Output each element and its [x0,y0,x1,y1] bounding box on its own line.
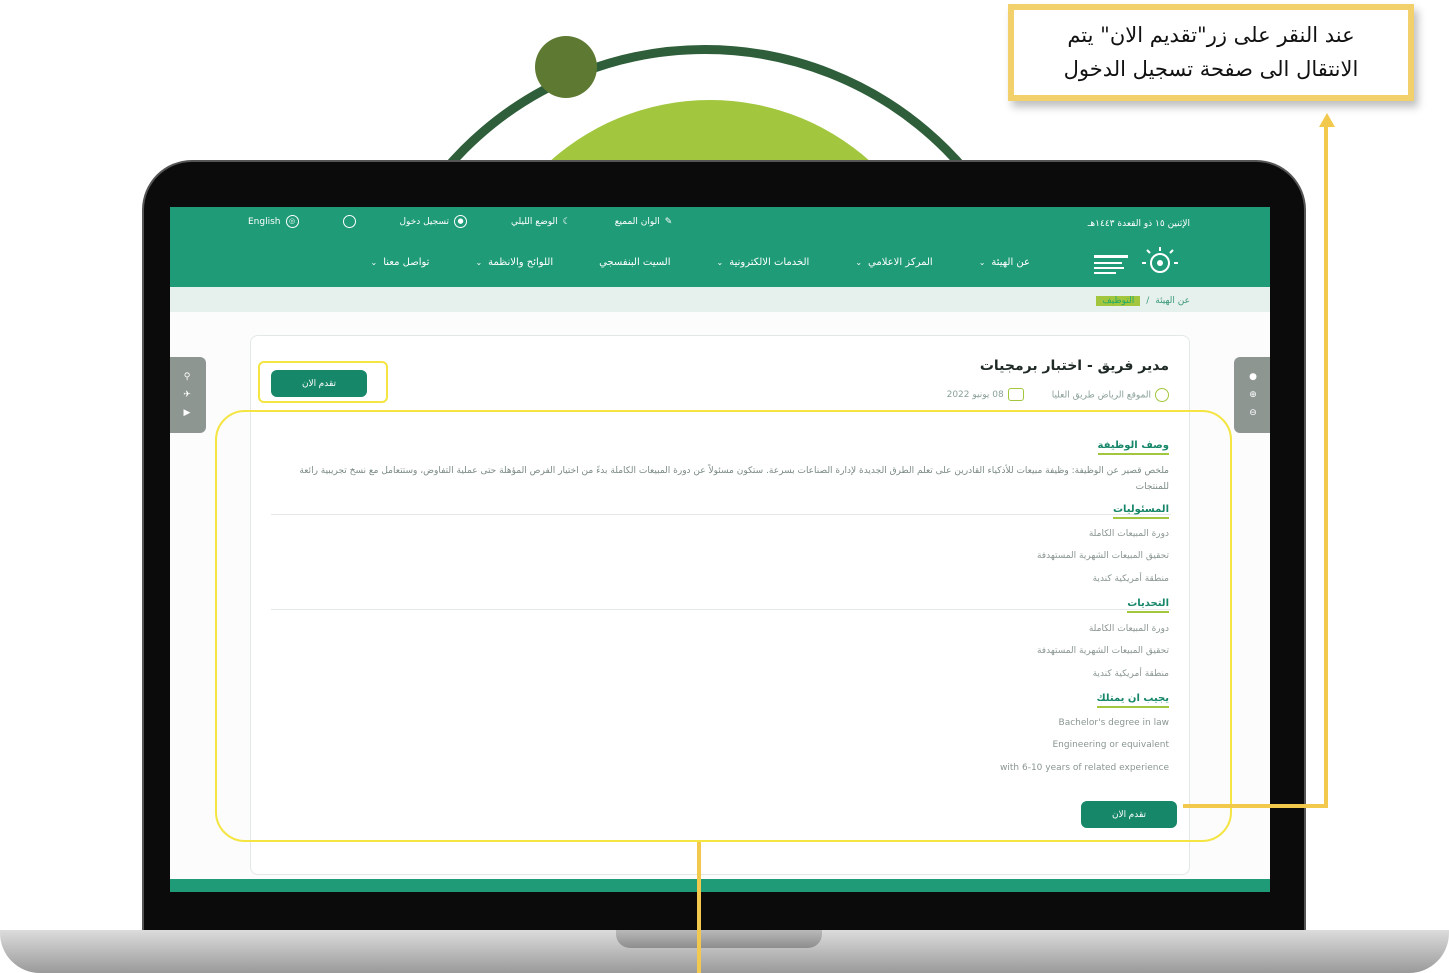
annotation-note: عند النقر على زر"تقديم الان" يتم الانتقا… [1008,4,1414,101]
annotation-line-2: الانتقال الى صفحة تسجيل الدخول [1063,57,1359,81]
main-nav: عن الهيئة ⌄ المركز الاعلامي ⌄ الخدمات الال… [170,251,1270,281]
arrow-up-icon [1319,113,1335,127]
globe-icon: ◎ [285,215,299,228]
breadcrumb-root[interactable]: عن الهيئة [1155,296,1190,306]
job-date: 08 يونيو 2022 [947,388,1024,402]
nav-item-regulations[interactable]: اللوائح والانظمة ⌄ [475,257,553,268]
user-icon: ● [454,215,467,228]
breadcrumb-current: التوظيف [1096,296,1141,306]
location-icon [1155,388,1169,402]
zoom-in-icon[interactable]: ⊕ [1249,390,1257,400]
colors-toggle[interactable]: ✎ الوان المميع [615,217,673,227]
nav-item-contact[interactable]: تواصل معنا ⌄ [371,257,430,268]
site-header: الإثنين ١٥ ذو القعدة ١٤٤٣هـ ✎ الوان المم… [170,207,1270,294]
decorative-knob [535,36,597,98]
highlight-job-details [215,410,1232,842]
moon-icon: ☾ [562,216,571,227]
login-label: تسجيل دخول [399,216,450,227]
top-tools: ✎ الوان المميع ☾ الوضع الليلي ● تسجيل دخ… [248,215,672,228]
youtube-icon[interactable]: ▶ [184,408,191,418]
breadcrumb: عن الهيئة / التوظيف [170,287,1270,312]
chevron-down-icon: ⌄ [475,258,483,267]
connector-line [697,842,701,973]
language-label: English [248,216,281,227]
language-switch[interactable]: ◎ English [248,215,299,228]
accessibility-sidebar: ● ⊕ ⊖ [1234,357,1270,433]
connector-line [1324,125,1328,808]
job-location: الموقع الرياض طريق العليا [1052,388,1169,402]
search-icon [342,215,356,228]
top-bar: الإثنين ١٥ ذو القعدة ١٤٤٣هـ ✎ الوان المم… [170,207,1270,241]
highlight-apply-top [258,361,388,403]
colors-label: الوان المميع [614,216,660,227]
night-mode-label: الوضع الليلي [511,216,558,227]
chevron-down-icon: ⌄ [978,258,986,267]
laptop-notch [616,930,822,948]
job-title: مدير فريق - اختبار برمجيات [979,358,1169,374]
chevron-down-icon: ⌄ [855,258,863,267]
hijri-date: الإثنين ١٥ ذو القعدة ١٤٤٣هـ [1087,219,1190,229]
footer-strip [170,879,1270,892]
calendar-icon [1007,388,1024,401]
nav-item-about[interactable]: عن الهيئة ⌄ [979,257,1030,268]
nav-item-eservices[interactable]: الخدمات الالكترونية ⌄ [717,257,810,268]
job-meta: الموقع الرياض طريق العليا 08 يونيو 2022 [947,388,1169,402]
breadcrumb-separator: / [1146,296,1150,306]
annotation-line-1: عند النقر على زر"تقديم الان" يتم [1067,23,1355,47]
night-mode-toggle[interactable]: ☾ الوضع الليلي [511,217,571,227]
search-button[interactable] [342,215,356,228]
brush-icon: ✎ [664,216,673,227]
twitter-icon[interactable]: ✈ [183,390,191,400]
login-link[interactable]: ● تسجيل دخول [399,215,467,228]
nav-item-purple-house[interactable]: السيت البنفسجي [599,257,670,268]
chevron-down-icon: ⌄ [716,258,724,267]
accessibility-icon[interactable]: ● [1249,372,1257,382]
nav-item-media[interactable]: المركز الاعلامي ⌄ [855,257,932,268]
share-sidebar: ⚲ ✈ ▶ [170,357,206,433]
connector-line [1183,804,1328,808]
zoom-out-icon[interactable]: ⊖ [1249,408,1257,418]
share-icon[interactable]: ⚲ [184,372,191,382]
chevron-down-icon: ⌄ [370,258,378,267]
